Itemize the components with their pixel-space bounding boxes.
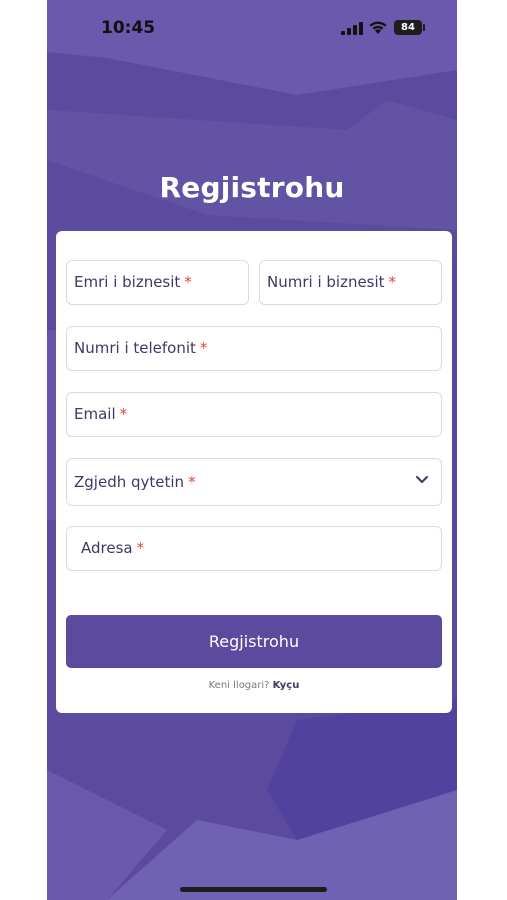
registration-card: Emri i biznesit * Numri i biznesit * Numri… [56, 231, 452, 713]
business-name-label: Emri i biznesit * [74, 273, 192, 291]
required-marker: * [199, 339, 208, 357]
battery-cap [423, 24, 425, 31]
chevron-down-icon [416, 476, 428, 483]
required-marker: * [136, 539, 145, 557]
home-indicator[interactable] [180, 887, 327, 892]
login-link[interactable]: Kyçu [273, 680, 300, 691]
business-name-field[interactable]: Emri i biznesit * [66, 260, 249, 305]
signal-icon [341, 22, 363, 35]
phone-number-field[interactable]: Numri i telefonit * [66, 326, 442, 371]
required-marker: * [119, 405, 128, 423]
required-marker: * [188, 473, 196, 491]
address-field[interactable]: Adresa * [66, 526, 442, 571]
battery-icon: 84 [394, 20, 422, 35]
phone-number-label: Numri i telefonit * [74, 339, 208, 357]
status-bar: 10:45 84 [47, 0, 457, 58]
business-number-field[interactable]: Numri i biznesit * [259, 260, 442, 305]
login-prompt-text: Keni llogari? [208, 680, 270, 691]
login-prompt: Keni llogari? Kyçu [56, 680, 452, 691]
email-field[interactable]: Email * [66, 392, 442, 437]
business-number-label: Numri i biznesit * [267, 273, 397, 291]
page-title: Regjistrohu [159, 171, 345, 204]
email-label: Email * [74, 405, 128, 423]
city-select[interactable]: Zgjedh qytetin * [66, 458, 442, 506]
required-marker: * [184, 273, 192, 291]
required-marker: * [388, 273, 397, 291]
city-select-label: Zgjedh qytetin * [74, 473, 196, 491]
status-time: 10:45 [101, 18, 156, 38]
wifi-icon [369, 21, 387, 34]
register-button[interactable]: Regjistrohu [66, 615, 442, 668]
address-label: Adresa * [81, 539, 145, 557]
phone-screen: 10:45 84 Regjistrohu Emri i biznesit * Nu… [47, 0, 457, 900]
